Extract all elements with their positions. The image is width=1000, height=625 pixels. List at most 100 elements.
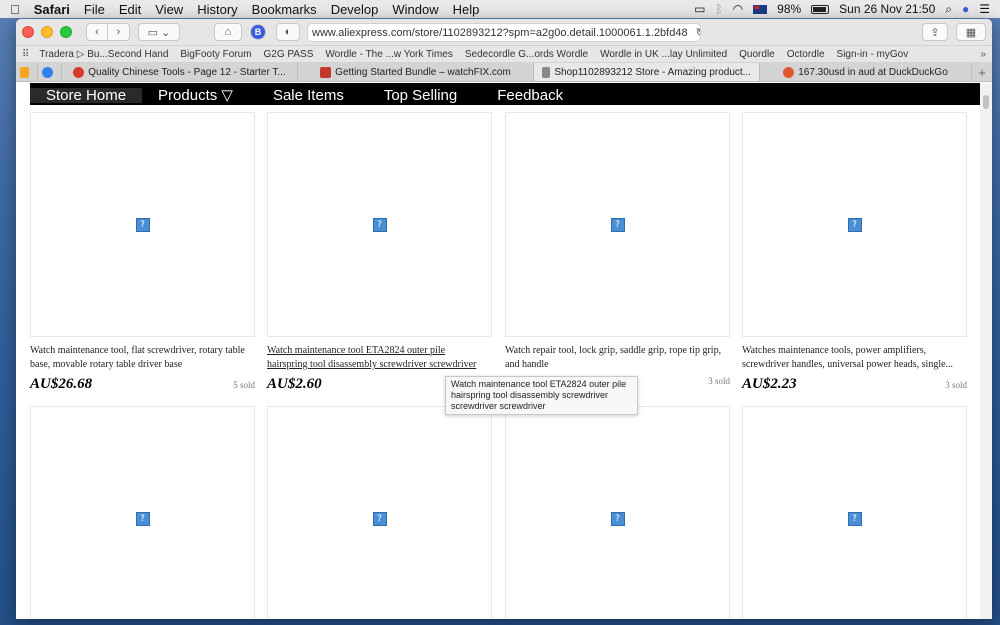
macos-menu-bar:  Safari File Edit View History Bookmark… xyxy=(0,0,1000,18)
product-title[interactable]: Watch maintenance tool ETA2824 outer pil… xyxy=(267,344,492,372)
notification-center-icon[interactable]: ☰ xyxy=(979,2,990,16)
home-button[interactable]: ⌂ xyxy=(214,23,242,41)
bookmark-item[interactable]: BigFooty Forum xyxy=(180,49,251,60)
url-text: www.aliexpress.com/store/1102893212?spm=… xyxy=(312,26,688,39)
tab-overview-button[interactable]: ▦ xyxy=(956,23,986,41)
pinned-tab-favicon-icon xyxy=(20,66,29,78)
bluetooth-icon[interactable]: ᛒ xyxy=(715,2,722,16)
bookmark-item[interactable]: Sedecordle G...ords Wordle xyxy=(465,49,588,60)
product-image[interactable]: ? xyxy=(742,112,967,337)
product-title[interactable]: Watch repair tool, lock grip, saddle gri… xyxy=(505,344,730,372)
battery-percent[interactable]: 98% xyxy=(777,2,801,16)
minimize-window-button[interactable] xyxy=(41,26,53,38)
product-price: AU$26.68 xyxy=(30,376,93,392)
apple-menu-icon[interactable]:  xyxy=(10,2,20,17)
spotlight-search-icon[interactable]: ⌕ xyxy=(945,2,952,17)
menu-bookmarks[interactable]: Bookmarks xyxy=(252,2,317,17)
history-nav: ‹ › xyxy=(86,23,130,41)
product-card[interactable]: ? xyxy=(505,406,730,619)
broken-image-icon: ? xyxy=(610,511,625,526)
browser-tab[interactable]: 167.30usd in aud at DuckDuckGo xyxy=(760,63,972,81)
menu-develop[interactable]: Develop xyxy=(331,2,379,17)
product-card[interactable]: ? xyxy=(742,406,967,619)
browser-tab[interactable]: Getting Started Bundle – watchFIX.com xyxy=(298,63,534,81)
product-image[interactable]: ? xyxy=(267,406,492,619)
show-all-bookmarks-icon[interactable]: ⠿ xyxy=(22,49,29,60)
product-card[interactable]: ? Watch maintenance tool, flat screwdriv… xyxy=(30,112,255,393)
menu-app-name[interactable]: Safari xyxy=(34,2,70,17)
hover-tooltip: Watch maintenance tool ETA2824 outer pil… xyxy=(445,376,638,415)
product-title[interactable]: Watch maintenance tool, flat screwdriver… xyxy=(30,344,255,372)
nav-products[interactable]: Products ▽ xyxy=(158,88,233,103)
sold-count: 3 sold xyxy=(945,380,967,390)
forum-favicon-icon xyxy=(73,66,85,78)
sidebar-button[interactable]: ▭ ⌄ xyxy=(138,23,180,41)
broken-image-icon: ? xyxy=(372,511,387,526)
broken-image-icon: ? xyxy=(372,217,387,232)
menu-help[interactable]: Help xyxy=(453,2,480,17)
bookmark-item[interactable]: Tradera ▷ Bu...Second Hand xyxy=(39,49,168,60)
reload-icon[interactable]: ↻ xyxy=(696,26,700,39)
product-title[interactable]: Watches maintenance tools, power amplifi… xyxy=(742,344,967,372)
forward-button[interactable]: › xyxy=(108,23,130,41)
input-source-flag-icon[interactable] xyxy=(753,4,768,14)
new-tab-button[interactable]: + xyxy=(972,63,992,81)
menu-history[interactable]: History xyxy=(197,2,237,17)
bookmark-item[interactable]: Octordle xyxy=(787,49,825,60)
address-bar[interactable]: 🔒︎ www.aliexpress.com/store/1102893212?s… xyxy=(307,23,701,42)
aliexpress-favicon-icon xyxy=(542,66,551,78)
product-card[interactable]: ? xyxy=(30,406,255,619)
page-scrollbar[interactable] xyxy=(980,83,992,619)
nav-sale-items[interactable]: Sale Items xyxy=(273,88,344,103)
bookmark-item[interactable]: G2G PASS xyxy=(264,49,314,60)
bitwarden-extension-icon[interactable]: B xyxy=(250,24,266,40)
airplay-icon[interactable]: ▭ xyxy=(694,2,705,16)
close-window-button[interactable] xyxy=(22,26,34,38)
browser-tab-active[interactable]: Shop1102893212 Store - Amazing product..… xyxy=(534,63,760,81)
browser-toolbar: ‹ › ▭ ⌄ ⌂ B ◐ 🔒︎ www.aliexpress.com/stor… xyxy=(16,19,992,46)
scrollbar-thumb[interactable] xyxy=(983,95,989,109)
pinned-tab[interactable] xyxy=(16,63,38,81)
price-row: AU$2.23 3 sold xyxy=(742,376,967,393)
product-price: AU$2.23 xyxy=(742,376,797,392)
bookmark-item[interactable]: Quordle xyxy=(739,49,775,60)
broken-image-icon: ? xyxy=(135,511,150,526)
tab-title: 167.30usd in aud at DuckDuckGo xyxy=(798,66,948,78)
wifi-icon[interactable]: ◠ xyxy=(733,2,743,16)
menu-file[interactable]: File xyxy=(84,2,105,17)
share-button[interactable]: ⇪ xyxy=(922,23,948,41)
nav-store-home[interactable]: Store Home xyxy=(30,88,143,103)
product-card[interactable]: ? xyxy=(267,406,492,619)
product-image[interactable]: ? xyxy=(30,112,255,337)
product-card[interactable]: ? Watches maintenance tools, power ampli… xyxy=(742,112,967,393)
product-image[interactable]: ? xyxy=(505,112,730,337)
watchfix-favicon-icon xyxy=(320,66,332,78)
safari-window: ‹ › ▭ ⌄ ⌂ B ◐ 🔒︎ www.aliexpress.com/stor… xyxy=(16,19,992,619)
menu-view[interactable]: View xyxy=(155,2,183,17)
pinned-tab[interactable] xyxy=(38,63,62,81)
product-image[interactable]: ? xyxy=(505,406,730,619)
bookmark-item[interactable]: Wordle - The ...w York Times xyxy=(325,49,452,60)
product-image[interactable]: ? xyxy=(267,112,492,337)
menu-edit[interactable]: Edit xyxy=(119,2,141,17)
product-image[interactable]: ? xyxy=(30,406,255,619)
back-button[interactable]: ‹ xyxy=(86,23,108,41)
product-card[interactable]: ? Watch maintenance tool ETA2824 outer p… xyxy=(267,112,492,393)
web-page: Store Home Products ▽ Sale Items Top Sel… xyxy=(16,83,992,619)
browser-tab[interactable]: Quality Chinese Tools - Page 12 - Starte… xyxy=(62,63,298,81)
nav-top-selling[interactable]: Top Selling xyxy=(384,88,457,103)
privacy-shield-icon[interactable]: ◐ xyxy=(276,23,300,41)
duckduckgo-favicon-icon xyxy=(783,66,795,78)
menu-window[interactable]: Window xyxy=(392,2,438,17)
fullscreen-window-button[interactable] xyxy=(60,26,72,38)
nav-feedback[interactable]: Feedback xyxy=(497,88,563,103)
broken-image-icon: ? xyxy=(847,511,862,526)
product-card[interactable]: ? Watch repair tool, lock grip, saddle g… xyxy=(505,112,730,386)
product-image[interactable]: ? xyxy=(742,406,967,619)
battery-icon[interactable] xyxy=(811,4,830,14)
clock[interactable]: Sun 26 Nov 21:50 xyxy=(839,2,935,16)
bookmark-item[interactable]: Sign-in - myGov xyxy=(837,49,909,60)
more-bookmarks-icon[interactable]: » xyxy=(980,49,986,60)
siri-icon[interactable]: ● xyxy=(962,2,969,16)
bookmark-item[interactable]: Wordle in UK ...lay Unlimited xyxy=(600,49,727,60)
